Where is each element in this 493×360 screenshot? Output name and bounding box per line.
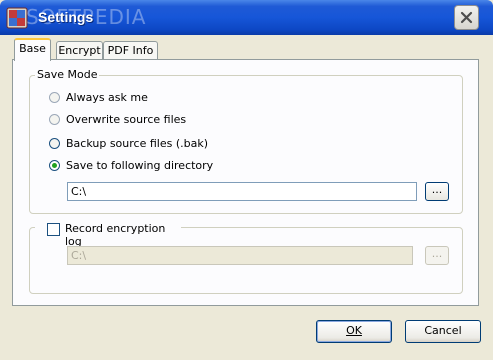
cancel-button[interactable]: Cancel	[405, 320, 481, 343]
radio-button-selected[interactable]	[49, 159, 60, 171]
directory-input[interactable]: C:\	[67, 182, 417, 201]
window-title: Settings	[38, 9, 94, 25]
ok-button-label: OK	[346, 324, 362, 337]
radio-always-ask[interactable]: Always ask me	[49, 89, 148, 105]
tab-encrypt[interactable]: Encrypt	[56, 41, 103, 59]
title-bar: SOFTPEDIA Settings	[0, 0, 493, 35]
encryption-log-header: Record encryption log	[35, 220, 181, 248]
tab-panel-base: Save Mode Always ask me Overwrite source…	[12, 59, 479, 306]
record-log-label[interactable]: Record encryption log	[65, 222, 181, 248]
close-button[interactable]	[454, 5, 479, 30]
tab-pdf-info[interactable]: PDF Info	[103, 41, 158, 59]
radio-backup[interactable]: Backup source files (.bak)	[49, 135, 208, 151]
app-settings-icon	[6, 7, 28, 29]
radio-overwrite[interactable]: Overwrite source files	[49, 111, 186, 127]
log-path-input[interactable]: C:\	[67, 246, 413, 265]
radio-backup-label: Backup source files (.bak)	[66, 136, 208, 150]
tab-encrypt-label: Encrypt	[58, 44, 101, 57]
ok-button[interactable]: OK	[316, 320, 392, 343]
record-log-checkbox[interactable]	[47, 223, 60, 236]
tab-pdf-info-label: PDF Info	[107, 44, 154, 57]
radio-save-directory-label: Save to following directory	[66, 158, 214, 172]
cancel-button-label: Cancel	[424, 324, 462, 337]
tab-base-label: Base	[19, 42, 46, 55]
radio-always-ask-label: Always ask me	[66, 90, 148, 104]
browse-log-button[interactable]: ...	[425, 246, 449, 265]
radio-button[interactable]	[49, 113, 60, 125]
save-mode-title: Save Mode	[35, 68, 100, 81]
close-icon	[460, 11, 473, 24]
browse-directory-button[interactable]: ...	[425, 182, 449, 201]
tab-base[interactable]: Base	[14, 38, 51, 61]
radio-save-directory[interactable]: Save to following directory	[49, 157, 213, 173]
radio-overwrite-label: Overwrite source files	[66, 112, 187, 126]
radio-button[interactable]	[49, 91, 60, 103]
radio-button[interactable]	[49, 137, 60, 149]
